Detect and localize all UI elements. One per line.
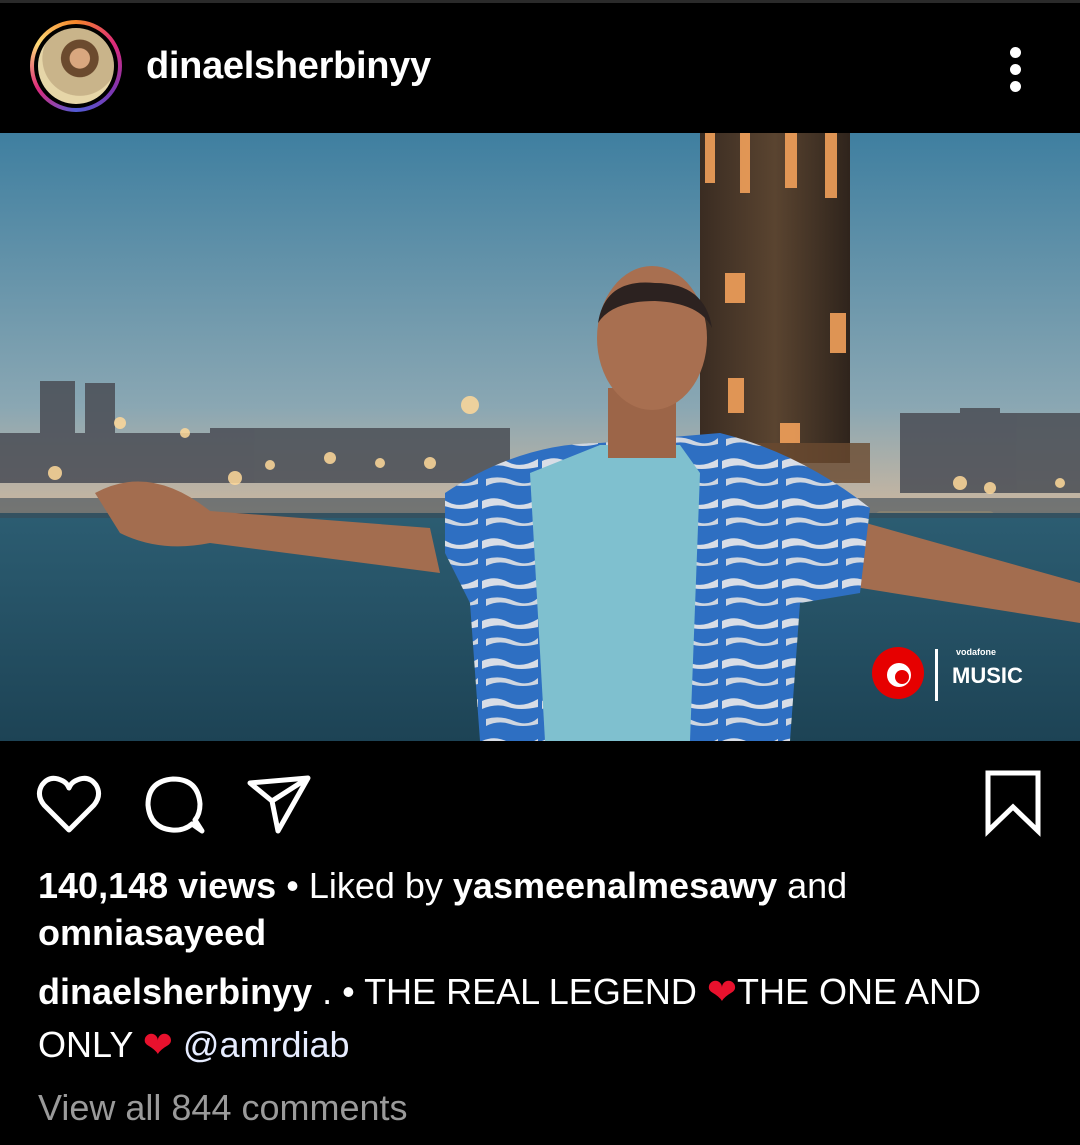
heart-emoji: ❤	[142, 1024, 173, 1065]
likes-summary: 140,148 views • Liked by yasmeenalmesawy…	[38, 862, 847, 910]
and-label: and	[777, 865, 848, 906]
view-count: 140,148 views	[38, 865, 277, 906]
caption-text: ONLY	[38, 1024, 143, 1065]
comment-icon[interactable]	[140, 769, 210, 839]
watermark-brand-small: vodafone	[956, 647, 996, 657]
share-icon[interactable]	[244, 769, 314, 839]
caption: dinaelsherbinyy . • THE REAL LEGEND ❤THE…	[38, 968, 981, 1016]
caption-text: . • THE REAL LEGEND	[312, 971, 707, 1012]
action-bar	[0, 741, 1080, 851]
heart-emoji: ❤	[706, 971, 737, 1012]
view-all-comments-link[interactable]: View all 844 comments	[38, 1084, 408, 1132]
avatar[interactable]	[30, 20, 122, 112]
liked-user-link[interactable]: yasmeenalmesawy	[453, 865, 777, 906]
post-video[interactable]: vodafone MUSIC	[0, 133, 1080, 741]
caption-text: THE ONE AND	[737, 971, 982, 1012]
caption-text	[173, 1024, 183, 1065]
heart-icon[interactable]	[34, 769, 104, 839]
liked-user-link[interactable]: omniasayeed	[38, 912, 266, 953]
more-icon[interactable]	[996, 43, 1036, 95]
liked-by-label: Liked by	[308, 865, 453, 906]
caption-line2: ONLY ❤ @amrdiab	[38, 1021, 350, 1069]
separator: •	[276, 865, 309, 906]
username[interactable]: dinaelsherbinyy	[146, 45, 431, 88]
post-header: dinaelsherbinyy	[0, 3, 1080, 133]
mention-link[interactable]: @amrdiab	[183, 1024, 350, 1065]
caption-author[interactable]: dinaelsherbinyy	[38, 971, 312, 1012]
bookmark-icon[interactable]	[978, 769, 1048, 839]
avatar-image	[38, 28, 114, 104]
watermark-brand-big: MUSIC	[952, 663, 1023, 688]
likes-summary-line2: omniasayeed	[38, 909, 266, 957]
